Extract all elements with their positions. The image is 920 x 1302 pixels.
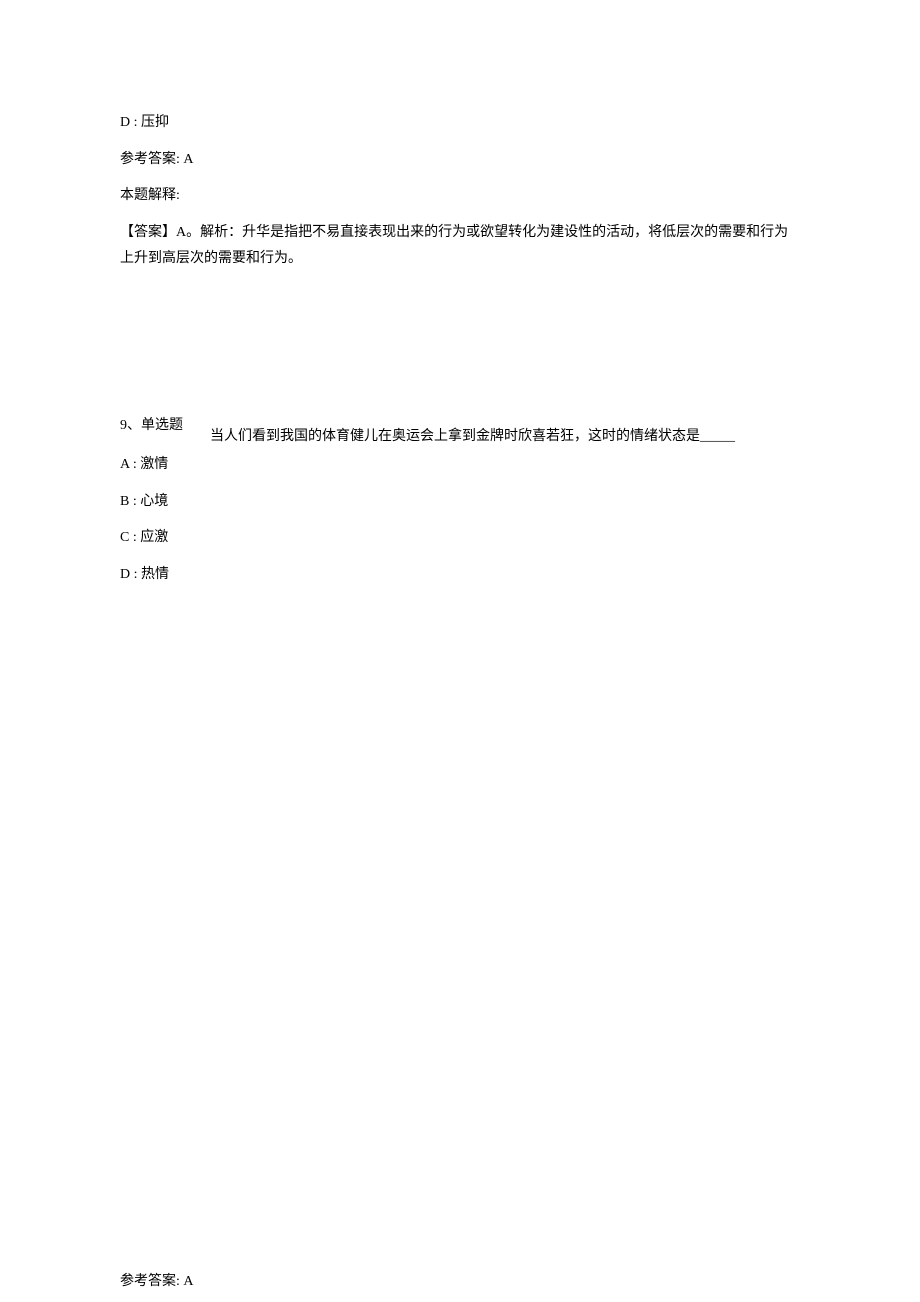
q9-number-type: 9、单选题 (120, 413, 183, 440)
document-page: D : 压抑 参考答案: A 本题解释: 【答案】A。解析：升华是指把不易直接表… (0, 0, 920, 1295)
q9-option-c: C : 应激 (120, 525, 800, 552)
q9-answer: 参考答案: A (120, 1269, 800, 1296)
q9-option-a: A : 激情 (120, 452, 800, 479)
q9-option-b: B : 心境 (120, 489, 800, 516)
q9-option-d: D : 热情 (120, 562, 800, 589)
q8-answer: 参考答案: A (120, 147, 800, 174)
q8-option-d: D : 压抑 (120, 110, 800, 137)
section-gap (120, 283, 800, 413)
q8-explain-label: 本题解释: (120, 183, 800, 210)
q8-explain-text: 【答案】A。解析：升华是指把不易直接表现出来的行为或欲望转化为建设性的活动，将低… (120, 220, 800, 273)
large-gap (120, 599, 800, 1269)
q9-stem: 当人们看到我国的体育健儿在奥运会上拿到金牌时欣喜若狂，这时的情绪状态是_____ (120, 424, 800, 451)
